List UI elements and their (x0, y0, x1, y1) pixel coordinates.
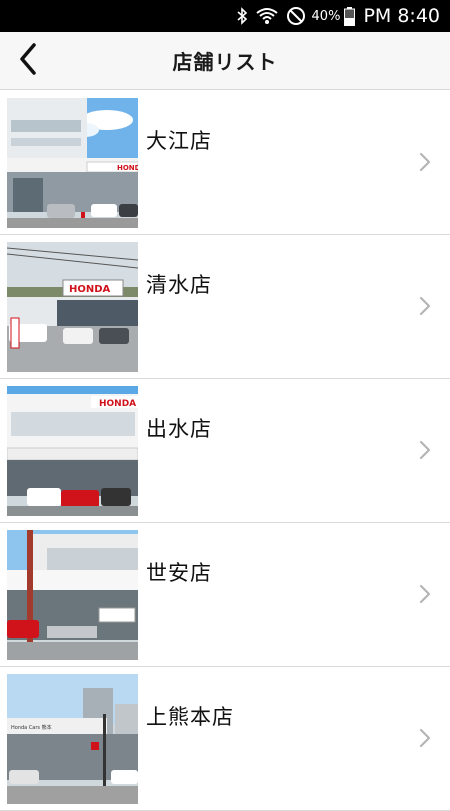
honda-sign: Honda Cars 熊本 (11, 724, 52, 731)
chevron-right-icon (418, 295, 432, 317)
header: 店舗リスト (0, 32, 450, 90)
clock: PM 8:40 (363, 5, 440, 27)
store-list: HONDA 大江店 (0, 91, 450, 811)
chevron-right-icon (418, 727, 432, 749)
store-row-oe[interactable]: HONDA 大江店 (0, 91, 450, 235)
store-name: 出水店 (146, 417, 212, 441)
chevron-right-icon (418, 439, 432, 461)
store-row-kamikumamoto[interactable]: Honda Cars 熊本 上熊本店 (0, 667, 450, 811)
status-bar: 40% PM 8:40 (0, 0, 450, 32)
chevron-right-icon (418, 583, 432, 605)
store-photo: HONDA (7, 242, 138, 372)
store-photo: HONDA (7, 98, 138, 228)
store-name: 大江店 (146, 129, 212, 153)
page-title: 店舗リスト (172, 50, 278, 74)
honda-sign: HONDA (69, 284, 111, 295)
store-name: 上熊本店 (146, 705, 234, 729)
honda-sign: HONDA (99, 399, 136, 409)
store-name: 清水店 (146, 273, 212, 297)
battery-percent: 40% (311, 8, 341, 24)
store-row-seyasu[interactable]: 世安店 (0, 523, 450, 667)
store-row-izumi[interactable]: HONDA 出水店 (0, 379, 450, 523)
store-photo: HONDA (7, 386, 138, 516)
store-photo: Honda Cars 熊本 (7, 674, 138, 804)
store-name: 世安店 (146, 561, 212, 585)
store-photo (7, 530, 138, 660)
do-not-disturb-icon (286, 6, 306, 26)
honda-sign: HONDA (117, 164, 138, 172)
store-row-shimizu[interactable]: HONDA 清水店 (0, 235, 450, 379)
chevron-right-icon (418, 151, 432, 173)
battery-icon (344, 6, 356, 26)
wifi-icon (255, 7, 278, 25)
bluetooth-icon (236, 7, 248, 25)
